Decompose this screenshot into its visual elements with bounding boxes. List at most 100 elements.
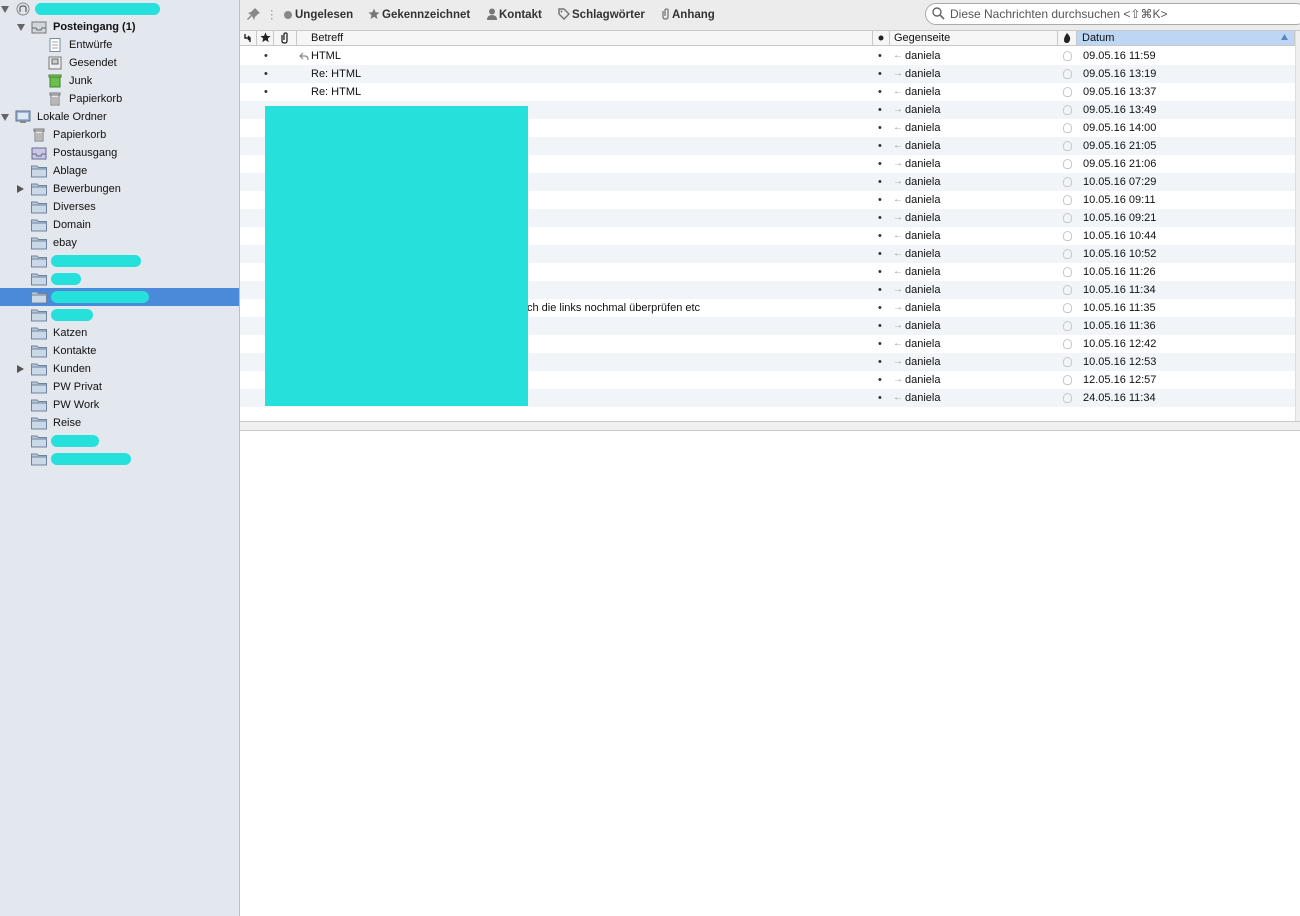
disclosure-closed-icon[interactable] <box>17 185 24 193</box>
read-status-dot[interactable]: • <box>878 371 882 389</box>
read-status-dot[interactable]: • <box>878 209 882 227</box>
thread-column-header-cell[interactable] <box>240 31 257 45</box>
folder-item[interactable]: Entwürfe <box>0 36 239 54</box>
read-status-dot[interactable]: • <box>878 191 882 209</box>
correspondent-column-header[interactable]: Gegenseite <box>890 31 1058 45</box>
junk-status-icon[interactable] <box>1063 303 1072 313</box>
junk-status-icon[interactable] <box>1063 339 1072 349</box>
read-status-dot[interactable]: • <box>878 101 882 119</box>
folder-item[interactable]: PW Privat <box>0 378 239 396</box>
unread-filter-button[interactable]: Ungelesen <box>283 7 353 23</box>
message-row[interactable]: • HTML • ← daniela 09.05.16 11:59 <box>240 47 1295 65</box>
folder-item[interactable]: Kontakte <box>0 342 239 360</box>
read-status-dot[interactable]: • <box>878 119 882 137</box>
read-status-dot[interactable]: • <box>878 173 882 191</box>
redacted-folder-name <box>51 435 99 447</box>
folder-item[interactable] <box>0 450 239 468</box>
folder-item[interactable] <box>0 288 239 306</box>
folder-item[interactable]: Lokale Ordner <box>0 108 239 126</box>
attachment-filter-button[interactable]: Anhang <box>661 7 715 23</box>
read-column-header[interactable] <box>873 31 890 45</box>
disclosure-open-icon[interactable] <box>17 24 25 31</box>
folder-item[interactable] <box>0 432 239 450</box>
pin-button[interactable] <box>247 7 263 23</box>
folder-item[interactable]: Junk <box>0 72 239 90</box>
junk-status-icon[interactable] <box>1063 177 1072 187</box>
folder-item[interactable]: Kunden <box>0 360 239 378</box>
junk-status-icon[interactable] <box>1063 357 1072 367</box>
folder-item[interactable]: Katzen <box>0 324 239 342</box>
folder-item[interactable]: Domain <box>0 216 239 234</box>
star-column-header[interactable] <box>257 31 274 45</box>
folder-item[interactable] <box>0 270 239 288</box>
search-input[interactable] <box>948 5 1300 23</box>
disclosure-open-icon[interactable] <box>1 6 9 13</box>
folder-item[interactable] <box>0 0 239 18</box>
folder-item[interactable]: PW Work <box>0 396 239 414</box>
junk-status-icon[interactable] <box>1063 285 1072 295</box>
folder-item[interactable]: Diverses <box>0 198 239 216</box>
junk-status-icon[interactable] <box>1063 213 1072 223</box>
junk-status-icon[interactable] <box>1063 141 1072 151</box>
pane-splitter[interactable] <box>240 421 1300 431</box>
junk-status-icon[interactable] <box>1063 231 1072 241</box>
disclosure-closed-icon[interactable] <box>17 365 24 373</box>
read-status-dot[interactable]: • <box>878 155 882 173</box>
read-status-dot[interactable]: • <box>878 83 882 101</box>
junk-status-icon[interactable] <box>1063 321 1072 331</box>
attachment-column-header[interactable] <box>274 31 297 45</box>
folder-item[interactable]: Papierkorb <box>0 126 239 144</box>
read-status-dot[interactable]: • <box>878 65 882 83</box>
folder-item[interactable]: Bewerbungen <box>0 180 239 198</box>
folder-item[interactable]: ebay <box>0 234 239 252</box>
junk-column-header[interactable] <box>1058 31 1077 45</box>
folder-item[interactable]: Reise <box>0 414 239 432</box>
read-status-dot[interactable]: • <box>878 389 882 407</box>
folder-icon <box>31 452 47 466</box>
read-status-dot[interactable]: • <box>878 245 882 263</box>
junk-status-icon[interactable] <box>1063 393 1072 403</box>
read-status-dot[interactable]: • <box>878 227 882 245</box>
read-status-dot[interactable]: • <box>878 317 882 335</box>
incoming-arrow-icon: ← <box>893 50 903 61</box>
junk-status-icon[interactable] <box>1063 87 1072 97</box>
read-status-dot[interactable]: • <box>878 281 882 299</box>
folder-item[interactable]: Postausgang <box>0 144 239 162</box>
tags-filter-button[interactable]: Schlagwörter <box>558 7 645 23</box>
read-status-dot[interactable]: • <box>878 335 882 353</box>
read-status-dot[interactable]: • <box>878 299 882 317</box>
folder-item[interactable]: Posteingang (1) <box>0 18 239 36</box>
star-column-dot[interactable]: • <box>264 83 268 101</box>
message-row[interactable]: • Re: HTML • ← daniela 09.05.16 13:37 <box>240 83 1295 101</box>
junk-status-icon[interactable] <box>1063 375 1072 385</box>
folder-item[interactable] <box>0 252 239 270</box>
read-status-dot[interactable]: • <box>878 263 882 281</box>
read-status-dot[interactable]: • <box>878 47 882 65</box>
junk-status-icon[interactable] <box>1063 51 1072 61</box>
starred-filter-button[interactable]: Gekennzeichnet <box>368 7 470 23</box>
read-status-dot[interactable]: • <box>878 353 882 371</box>
search-box[interactable] <box>925 3 1300 25</box>
star-column-dot[interactable]: • <box>264 47 268 65</box>
date-column-header[interactable]: Datum <box>1077 31 1295 45</box>
star-column-dot[interactable]: • <box>264 65 268 83</box>
folder-item[interactable]: Ablage <box>0 162 239 180</box>
read-status-dot[interactable]: • <box>878 137 882 155</box>
folder-item[interactable]: Gesendet <box>0 54 239 72</box>
contact-filter-button[interactable]: Kontakt <box>487 7 542 23</box>
subject-column-header[interactable]: Betreff <box>297 31 873 45</box>
junk-status-icon[interactable] <box>1063 159 1072 169</box>
junk-status-icon[interactable] <box>1063 267 1072 277</box>
junk-status-icon[interactable] <box>1063 249 1072 259</box>
junk-status-icon[interactable] <box>1063 105 1072 115</box>
message-subject: Re: HTML <box>311 68 362 80</box>
junk-status-icon[interactable] <box>1063 195 1072 205</box>
folder-item[interactable] <box>0 306 239 324</box>
incoming-arrow-icon: ← <box>893 248 903 259</box>
junk-status-icon[interactable] <box>1063 69 1072 79</box>
folder-item[interactable]: Papierkorb <box>0 90 239 108</box>
disclosure-open-icon[interactable] <box>1 114 9 121</box>
message-list-scrollbar[interactable] <box>1295 31 1300 421</box>
junk-status-icon[interactable] <box>1063 123 1072 133</box>
message-row[interactable]: • Re: HTML • → daniela 09.05.16 13:19 <box>240 65 1295 83</box>
